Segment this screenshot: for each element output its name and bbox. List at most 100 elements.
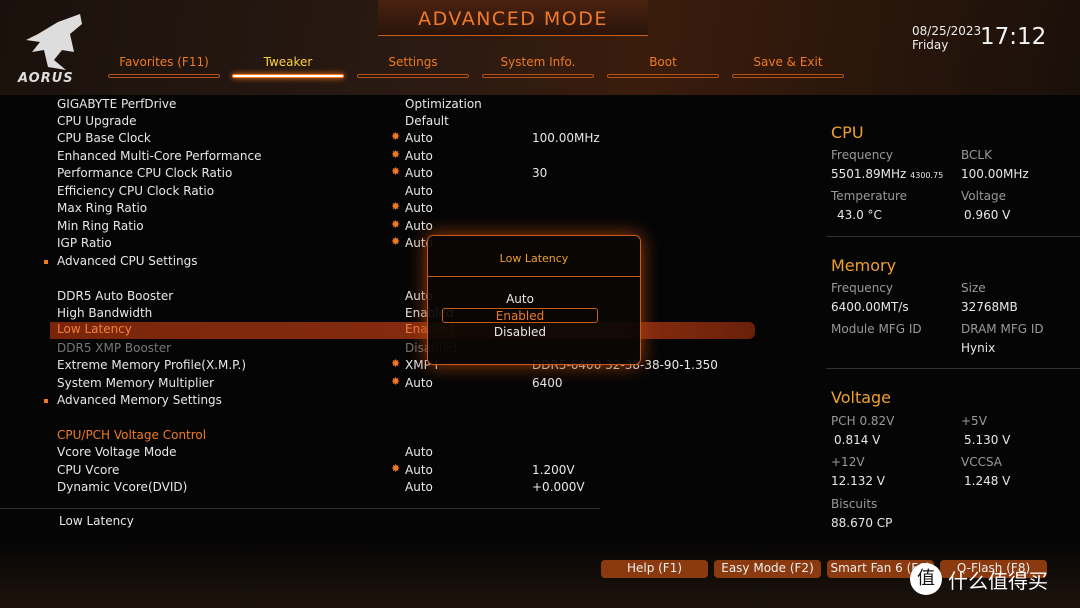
setting-extreme-memory-profile-x-m-p[interactable]: Extreme Memory Profile(X.M.P.) ✸ XMP I DDR5… <box>0 357 760 375</box>
setting-label: CPU Vcore <box>57 463 120 477</box>
setting-cpu-base-clock[interactable]: CPU Base Clock ✸ Auto 100.00MHz <box>0 130 760 148</box>
setting-value[interactable]: Auto <box>405 480 433 494</box>
setting-value[interactable]: Default <box>405 114 449 128</box>
module-mfg-label: Module MFG ID <box>831 322 922 336</box>
divider <box>428 276 640 277</box>
easy-mode-button[interactable]: Easy Mode (F2) <box>714 560 821 578</box>
vccsa-value: 1.248 V <box>964 474 1011 488</box>
tab-settings[interactable]: Settings <box>357 55 469 78</box>
setting-label: Efficiency CPU Clock Ratio <box>57 184 215 198</box>
setting-value[interactable]: Auto <box>405 184 433 198</box>
star-icon: ✸ <box>391 130 401 143</box>
memory-heading: Memory <box>831 256 897 275</box>
setting-value[interactable]: Auto <box>405 149 433 163</box>
setting-label: CPU Base Clock <box>57 131 151 145</box>
date-display: 08/25/2023 Friday <box>912 24 981 52</box>
popup-title: Low Latency <box>499 252 569 265</box>
setting-ddr5-xmp-booster[interactable]: DDR5 XMP BoosterDisabled <box>0 341 760 358</box>
tab-system-info[interactable]: System Info. <box>482 55 594 78</box>
setting-value[interactable]: Auto <box>405 166 433 180</box>
setting-performance-cpu-clock-ratio[interactable]: Performance CPU Clock Ratio ✸ Auto 30 <box>0 165 760 183</box>
setting-vcore-voltage-mode[interactable]: Vcore Voltage Mode Auto <box>0 445 760 462</box>
tab-underline <box>607 74 719 78</box>
popup-option-disabled[interactable]: Disabled <box>442 325 598 340</box>
cpu-frequency: 5501.89MHz 4300.75 <box>831 167 943 181</box>
tab-label: Tweaker <box>263 55 313 69</box>
tab-tweaker[interactable]: Tweaker <box>232 55 344 78</box>
star-icon: ✸ <box>391 462 401 475</box>
setting-label: Dynamic Vcore(DVID) <box>57 480 188 494</box>
setting-gigabyte-perfdrive[interactable]: GIGABYTE PerfDrive Optimization <box>0 97 760 114</box>
tab-boot[interactable]: Boot <box>607 55 719 78</box>
cpu-frequency-label: Frequency <box>831 148 893 162</box>
star-icon: ✸ <box>391 375 401 388</box>
setting-max-ring-ratio[interactable]: Max Ring Ratio ✸ Auto <box>0 200 760 218</box>
tab-underline <box>357 74 469 78</box>
v12-value: 12.132 V <box>831 474 886 488</box>
popup-option-auto[interactable]: Auto <box>442 292 598 307</box>
memory-size-value: 32768MB <box>961 300 1018 314</box>
setting-value[interactable]: Auto <box>405 463 433 477</box>
setting-label: High Bandwidth <box>57 306 153 320</box>
v12-label: +12V <box>831 455 865 469</box>
cpu-voltage-label: Voltage <box>961 189 1007 203</box>
setting-label: Vcore Voltage Mode <box>57 445 177 459</box>
divider <box>826 368 1080 369</box>
tab-label: Boot <box>649 55 677 69</box>
tab-label: Save & Exit <box>753 55 823 69</box>
setting-current-value: 30 <box>532 166 548 180</box>
biscuits-label: Biscuits <box>831 497 878 511</box>
star-icon: ✸ <box>391 357 401 370</box>
setting-value[interactable]: Auto <box>405 131 433 145</box>
page-title: ADVANCED MODE <box>378 0 648 36</box>
setting-igp-ratio[interactable]: IGP Ratio ✸ Auto <box>0 235 760 253</box>
setting-value[interactable]: Auto <box>405 201 433 215</box>
dram-mfg-value: Hynix <box>961 341 996 355</box>
divider <box>826 236 1080 237</box>
submenu-bullet-icon <box>44 260 48 264</box>
cpu-heading: CPU <box>831 123 864 142</box>
setting-advanced-cpu-settings[interactable]: Advanced CPU Settings <box>0 254 760 271</box>
setting-value[interactable]: Auto <box>405 376 433 390</box>
tab-label: Settings <box>388 55 438 69</box>
memory-frequency-value: 6400.00MT/s <box>831 300 909 314</box>
star-icon: ✸ <box>391 165 401 178</box>
setting-min-ring-ratio[interactable]: Min Ring Ratio ✸ Auto <box>0 218 760 236</box>
cpu-voltage-value: 0.960 V <box>964 208 1011 222</box>
setting-value[interactable]: Auto <box>405 445 433 459</box>
setting-dynamic-vcore-dvid[interactable]: Dynamic Vcore(DVID) Auto +0.000V <box>0 480 760 497</box>
popup-option-enabled[interactable]: Enabled <box>442 308 598 323</box>
setting-ddr5-auto-booster[interactable]: DDR5 Auto Booster Auto <box>0 289 760 306</box>
v5-value: 5.130 V <box>964 433 1011 447</box>
vccsa-label: VCCSA <box>961 455 1003 469</box>
low-latency-popup: Low Latency Auto Enabled Disabled <box>427 235 641 365</box>
time-display: 17:12 <box>980 24 1047 50</box>
cpu-frequency-value: 5501.89MHz <box>831 167 907 181</box>
setting-value[interactable]: Optimization <box>405 97 482 111</box>
star-icon: ✸ <box>391 148 401 161</box>
memory-size-label: Size <box>961 281 986 295</box>
setting-advanced-memory-settings[interactable]: Advanced Memory Settings <box>0 393 760 410</box>
submenu-bullet-icon <box>44 399 48 403</box>
setting-high-bandwidth[interactable]: High Bandwidth Enabled <box>0 306 760 323</box>
setting-value[interactable]: Auto <box>405 219 433 233</box>
setting-low-latency[interactable]: Low LatencyEnabled <box>50 322 755 339</box>
memory-frequency-label: Frequency <box>831 281 893 295</box>
setting-label: Enhanced Multi-Core Performance <box>57 149 262 163</box>
help-button[interactable]: Help (F1) <box>601 560 708 578</box>
setting-cpu-vcore[interactable]: CPU Vcore ✸ Auto 1.200V <box>0 462 760 480</box>
watermark-text: 什么值得买 <box>948 568 1048 593</box>
setting-efficiency-cpu-clock-ratio[interactable]: Efficiency CPU Clock Ratio Auto <box>0 184 760 201</box>
setting-cpu-upgrade[interactable]: CPU Upgrade Default <box>0 114 760 131</box>
tab-favorites-f11[interactable]: Favorites (F11) <box>108 55 220 78</box>
setting-label: Advanced Memory Settings <box>57 393 222 407</box>
tab-save-exit[interactable]: Save & Exit <box>732 55 844 78</box>
bclk-label: BCLK <box>961 148 992 162</box>
pch-label: PCH 0.82V <box>831 414 895 428</box>
setting-enhanced-multi-core-performance[interactable]: Enhanced Multi-Core Performance ✸ Auto <box>0 148 760 166</box>
setting-label: IGP Ratio <box>57 236 112 250</box>
setting-system-memory-multiplier[interactable]: System Memory Multiplier ✸ Auto 6400 <box>0 375 760 393</box>
bclk-value: 100.00MHz <box>961 167 1029 181</box>
tab-underline <box>232 74 344 78</box>
setting-current-value: +0.000V <box>532 480 585 494</box>
